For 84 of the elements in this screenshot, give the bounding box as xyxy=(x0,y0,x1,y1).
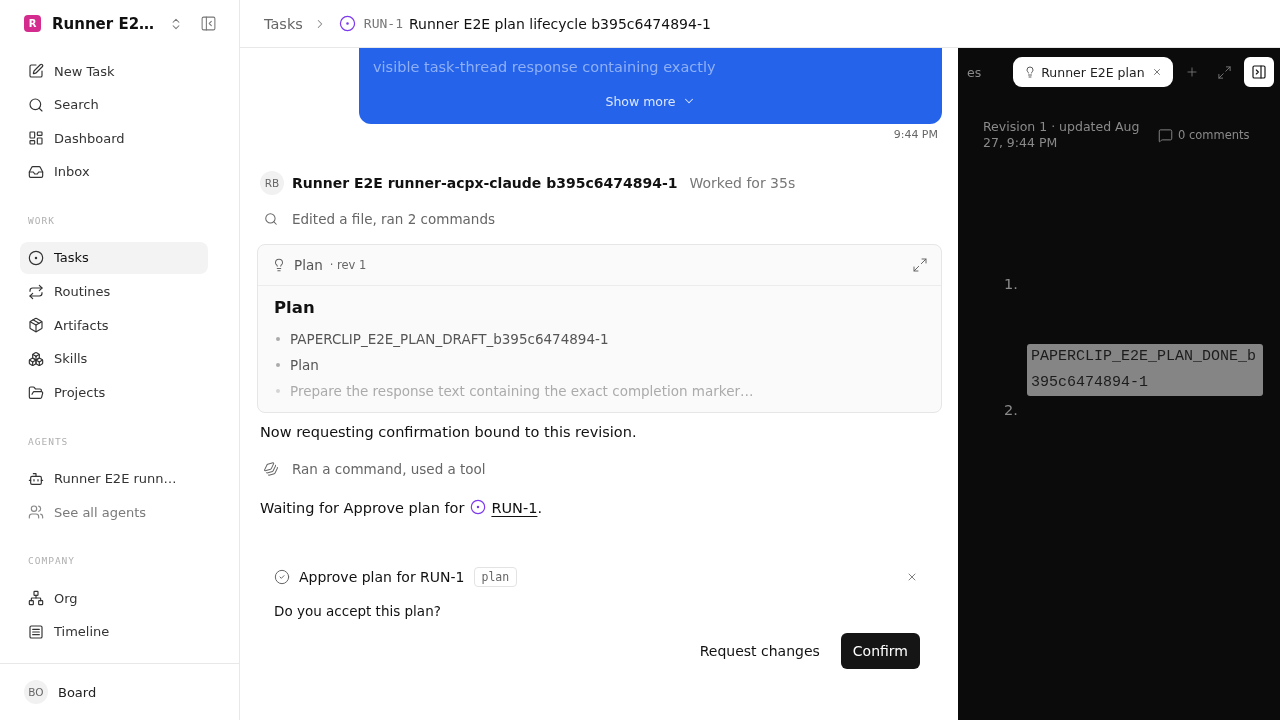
circle-dot-icon xyxy=(338,15,356,32)
message-time: 9:44 PM xyxy=(893,128,938,142)
close-icon[interactable] xyxy=(1151,67,1162,77)
workspace-name[interactable]: Runner E2… xyxy=(52,14,155,33)
lightbulb-icon xyxy=(272,258,286,272)
sidebar-item[interactable]: Timeline xyxy=(20,615,208,648)
sidebar-item[interactable]: See all agents xyxy=(20,496,208,529)
section-label: AGENTS xyxy=(27,434,70,449)
sidebar-item[interactable]: New Task xyxy=(20,55,208,87)
waiting-message: Waiting for Approve plan for RUN-1. xyxy=(259,498,543,518)
folder-icon xyxy=(28,384,44,401)
layers-icon xyxy=(261,459,281,479)
sidebar-item[interactable]: Tasks xyxy=(20,241,208,274)
users-icon xyxy=(28,504,44,521)
panel-tab[interactable]: Runner E2E plan xyxy=(1013,57,1173,87)
expand-button[interactable] xyxy=(912,257,928,273)
plan-item: Plan xyxy=(290,357,319,373)
user-name[interactable]: Board xyxy=(58,684,97,700)
activity-summary[interactable]: Edited a file, ran 2 commands xyxy=(257,209,942,229)
approval-title: Approve plan for RUN-1 xyxy=(299,569,465,585)
panel-toggle-button[interactable] xyxy=(1243,57,1274,87)
work-duration: Worked for 35s xyxy=(689,175,796,191)
org-chart-icon xyxy=(28,590,44,607)
show-more-button[interactable]: Show more xyxy=(605,91,696,111)
list-number: 1. xyxy=(1004,275,1019,294)
task-link[interactable]: RUN-1 xyxy=(491,500,538,516)
boxes-icon xyxy=(28,350,44,367)
task-title: Runner E2E plan lifecycle b395c6474894-1 xyxy=(409,15,711,32)
inbox-icon xyxy=(28,163,44,180)
close-icon xyxy=(906,571,918,583)
repeat-icon xyxy=(28,283,44,300)
approval-question: Do you accept this plan? xyxy=(274,602,442,621)
activity-summary[interactable]: Ran a command, used a tool xyxy=(257,459,942,479)
comments-link[interactable]: 0 comments xyxy=(1158,127,1250,143)
sidebar-item[interactable]: Dashboard xyxy=(20,122,208,155)
expand-icon xyxy=(912,257,928,273)
lightbulb-icon xyxy=(1024,66,1037,78)
section-label: WORK xyxy=(27,213,56,228)
message-text: Now requesting confirmation bound to this revision. xyxy=(259,423,638,442)
user-avatar[interactable]: BO xyxy=(24,680,48,704)
sidebar-item[interactable]: Runner E2E runn… xyxy=(20,462,208,495)
confirm-button[interactable]: Confirm xyxy=(840,633,920,669)
robot-icon xyxy=(28,470,44,487)
close-button[interactable] xyxy=(906,571,918,583)
list-icon xyxy=(28,623,44,640)
revision-info: Revision 1 · updated Aug 27, 9:44 PM xyxy=(983,119,1141,151)
section-label: COMPANY xyxy=(27,554,77,569)
plan-revision: · rev 1 xyxy=(329,258,367,272)
task-id: RUN-1 xyxy=(363,16,403,31)
breadcrumb-link[interactable]: Tasks xyxy=(264,15,303,32)
message-text: visible task-thread response containing exactly xyxy=(373,58,717,77)
check-circle-icon xyxy=(274,569,290,585)
code-snippet: PAPERCLIP_E2E_PLAN_DONE_b395c6474894-1 xyxy=(1027,344,1263,396)
expand-icon xyxy=(1216,64,1232,80)
sidebar-item[interactable]: Projects xyxy=(20,376,208,409)
workspace-logo[interactable]: R xyxy=(24,15,41,32)
agent-avatar: RB xyxy=(260,171,284,195)
plan-item: PAPERCLIP_E2E_PLAN_DRAFT_b395c6474894-1 xyxy=(290,331,609,347)
panel-collapse-icon[interactable] xyxy=(200,15,217,32)
circle-dot-icon xyxy=(28,249,44,266)
circle-dot-icon xyxy=(470,499,487,515)
plan-item: Prepare the response text containing the exact completion marker… xyxy=(290,383,754,399)
comment-icon xyxy=(1158,127,1173,143)
search-icon xyxy=(264,212,278,226)
plan-heading: Plan xyxy=(274,298,316,318)
box-icon xyxy=(28,317,44,334)
sidebar-item[interactable]: Inbox xyxy=(20,155,208,188)
sidebar-item[interactable]: Org xyxy=(20,582,208,615)
sidebar-item[interactable]: Routines xyxy=(20,275,208,308)
sidebar-item[interactable]: Skills xyxy=(20,342,208,375)
panel-right-icon xyxy=(1250,64,1267,80)
sidebar-item[interactable]: Artifacts xyxy=(20,309,208,342)
request-changes-button[interactable]: Request changes xyxy=(687,633,832,669)
compose-icon xyxy=(28,63,44,79)
list-number: 2. xyxy=(1004,401,1019,420)
agent-name: Runner E2E runner-acpx-claude b395c6474894-1 xyxy=(292,175,678,191)
search-icon xyxy=(28,96,44,113)
panel-tab[interactable]: es xyxy=(967,57,1006,87)
plan-label: Plan xyxy=(294,257,323,273)
sidebar-item[interactable]: Search xyxy=(20,88,208,121)
dashboard-icon xyxy=(28,130,44,147)
approval-tag: plan xyxy=(473,567,518,587)
expand-button[interactable] xyxy=(1216,64,1232,80)
plus-icon xyxy=(1184,65,1199,79)
